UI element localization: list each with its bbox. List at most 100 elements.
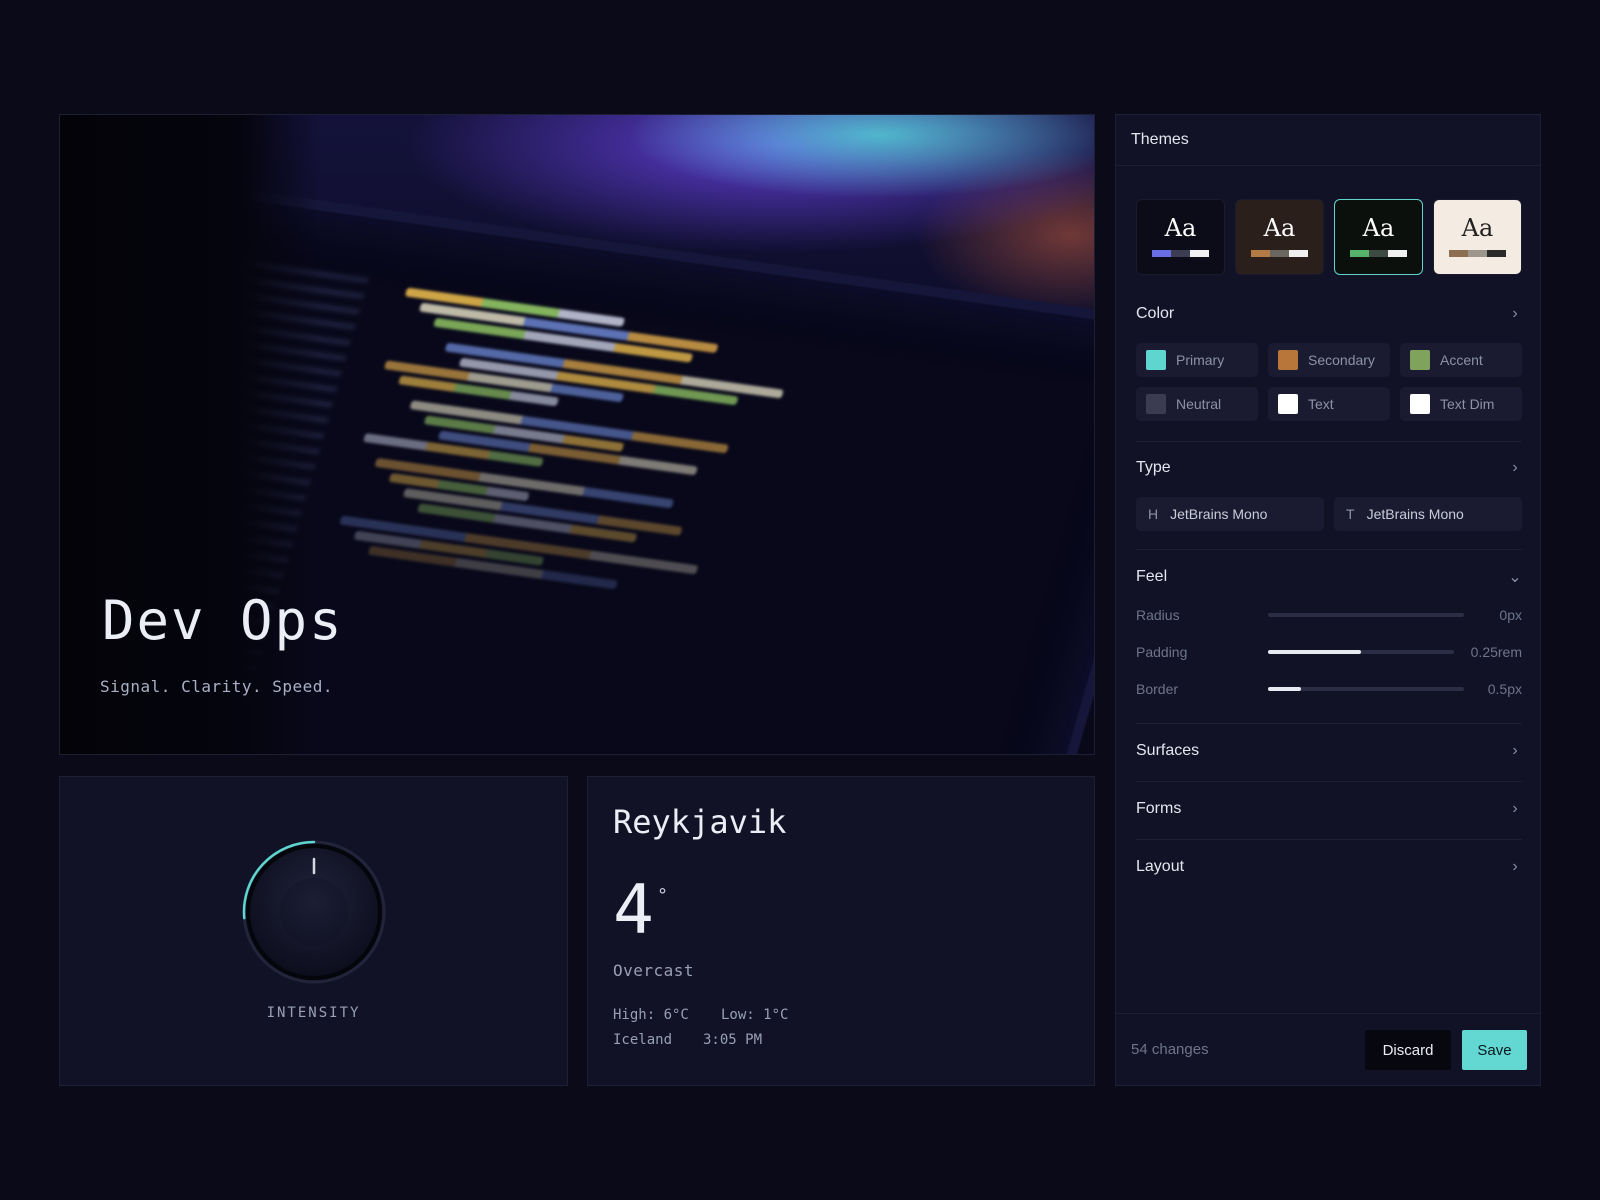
theme-swatch <box>1388 250 1407 257</box>
theme-swatch <box>1270 250 1289 257</box>
discard-button[interactable]: Discard <box>1365 1030 1451 1070</box>
color-chip-label: Primary <box>1176 352 1225 368</box>
chevron-right-icon: › <box>1512 459 1518 476</box>
hero-title: Dev Ops <box>102 589 344 652</box>
theme-swatch <box>1190 250 1209 257</box>
intensity-label: INTENSITY <box>266 1005 361 1021</box>
theme-swatch <box>1468 250 1487 257</box>
chevron-right-icon: › <box>1512 742 1518 759</box>
weather-time: 3:05 PM <box>703 1032 763 1048</box>
weather-card: Reykjavik 4 ° Overcast High: 6°C Low: 1°C… <box>587 776 1095 1086</box>
color-swatch <box>1146 350 1166 370</box>
themes-panel: Themes Aa Aa Aa Aa Color › Primary Secondary… <box>1115 114 1541 1086</box>
theme-swatch <box>1171 250 1190 257</box>
weather-high-low: High: 6°C Low: 1°C <box>613 1007 788 1023</box>
panel-title: Themes <box>1116 115 1540 166</box>
theme-preview-text: Aa <box>1461 214 1494 242</box>
theme-swatches <box>1350 250 1407 257</box>
theme-swatches <box>1251 250 1308 257</box>
theme-preset-4[interactable]: Aa <box>1433 199 1522 275</box>
layout-section-title: Layout <box>1136 858 1185 875</box>
color-swatch <box>1146 394 1166 414</box>
color-chip-text[interactable]: Text <box>1268 387 1390 421</box>
weather-temperature: 4 <box>613 871 654 950</box>
layout-section-header[interactable]: Layout › <box>1136 856 1522 878</box>
theme-swatch <box>1152 250 1171 257</box>
knob-graphic <box>242 840 386 984</box>
theme-preview-text: Aa <box>1362 214 1395 242</box>
theme-swatch <box>1449 250 1468 257</box>
theme-swatches <box>1152 250 1209 257</box>
heading-font-name: JetBrains Mono <box>1170 506 1268 522</box>
color-section-header[interactable]: Color › <box>1136 303 1522 325</box>
divider <box>1136 549 1522 550</box>
color-chip-accent[interactable]: Accent <box>1400 343 1522 377</box>
theme-preview-text: Aa <box>1263 214 1296 242</box>
feel-sliders: Radius 0px Padding 0.25rem Border 0.5px <box>1136 605 1522 699</box>
type-section-title: Type <box>1136 459 1171 476</box>
theme-swatches <box>1449 250 1506 257</box>
color-swatch <box>1278 394 1298 414</box>
color-section-title: Color <box>1136 305 1175 322</box>
feel-section-title: Feel <box>1136 568 1168 585</box>
type-section-header[interactable]: Type › <box>1136 457 1522 479</box>
type-section: Type › H JetBrains Mono T JetBrains Mono <box>1136 457 1522 531</box>
color-chip-label: Neutral <box>1176 396 1222 412</box>
slider-radius: Radius 0px <box>1136 605 1522 625</box>
theme-preset-3[interactable]: Aa <box>1334 199 1423 275</box>
chevron-right-icon: › <box>1512 305 1518 322</box>
weather-city: Reykjavik <box>613 803 787 841</box>
text-icon: T <box>1346 506 1355 522</box>
chevron-right-icon: › <box>1512 858 1518 875</box>
save-button[interactable]: Save <box>1462 1030 1527 1070</box>
forms-section: Forms › <box>1136 798 1522 820</box>
slider-label: Border <box>1136 681 1179 697</box>
theme-swatch <box>1350 250 1369 257</box>
slider-track[interactable] <box>1268 687 1464 691</box>
body-font-select[interactable]: T JetBrains Mono <box>1334 497 1522 531</box>
color-swatch <box>1410 394 1430 414</box>
divider <box>1136 781 1522 782</box>
forms-section-header[interactable]: Forms › <box>1136 798 1522 820</box>
heading-font-select[interactable]: H JetBrains Mono <box>1136 497 1324 531</box>
theme-swatch <box>1251 250 1270 257</box>
weather-low: Low: 1°C <box>721 1007 789 1023</box>
theme-preset-2[interactable]: Aa <box>1235 199 1324 275</box>
theme-swatch <box>1487 250 1506 257</box>
theme-preview-text: Aa <box>1164 214 1197 242</box>
slider-label: Radius <box>1136 607 1180 623</box>
slider-fill <box>1268 687 1302 691</box>
degree-symbol: ° <box>658 885 667 906</box>
surfaces-section: Surfaces › <box>1136 740 1522 762</box>
theme-swatch <box>1369 250 1388 257</box>
color-chip-neutral[interactable]: Neutral <box>1136 387 1258 421</box>
slider-track[interactable] <box>1268 613 1464 617</box>
divider <box>1136 839 1522 840</box>
slider-track[interactable] <box>1268 650 1454 654</box>
color-chip-label: Text Dim <box>1440 396 1495 412</box>
theme-swatch <box>1289 250 1308 257</box>
chevron-right-icon: › <box>1512 800 1518 817</box>
color-chip-secondary[interactable]: Secondary <box>1268 343 1390 377</box>
chevron-down-icon: ⌄ <box>1508 569 1522 586</box>
color-chip-text-dim[interactable]: Text Dim <box>1400 387 1522 421</box>
theme-preset-1[interactable]: Aa <box>1136 199 1225 275</box>
panel-footer: 54 changes Discard Save <box>1116 1013 1540 1085</box>
color-chip-label: Secondary <box>1308 352 1375 368</box>
color-chip-label: Accent <box>1440 352 1483 368</box>
surfaces-section-header[interactable]: Surfaces › <box>1136 740 1522 762</box>
intensity-card: INTENSITY <box>59 776 568 1086</box>
color-chip-primary[interactable]: Primary <box>1136 343 1258 377</box>
color-swatch <box>1278 350 1298 370</box>
slider-padding: Padding 0.25rem <box>1136 642 1522 662</box>
theme-presets: Aa Aa Aa Aa <box>1136 199 1522 275</box>
color-swatch <box>1410 350 1430 370</box>
hero-subtitle: Signal. Clarity. Speed. <box>100 677 334 696</box>
slider-value: 0.25rem <box>1470 644 1522 660</box>
surfaces-section-title: Surfaces <box>1136 742 1200 759</box>
hero-shade <box>60 115 320 754</box>
body-font-name: JetBrains Mono <box>1366 506 1464 522</box>
intensity-knob[interactable] <box>241 839 387 985</box>
feel-section-header[interactable]: Feel ⌄ <box>1136 566 1522 588</box>
slider-label: Padding <box>1136 644 1188 660</box>
